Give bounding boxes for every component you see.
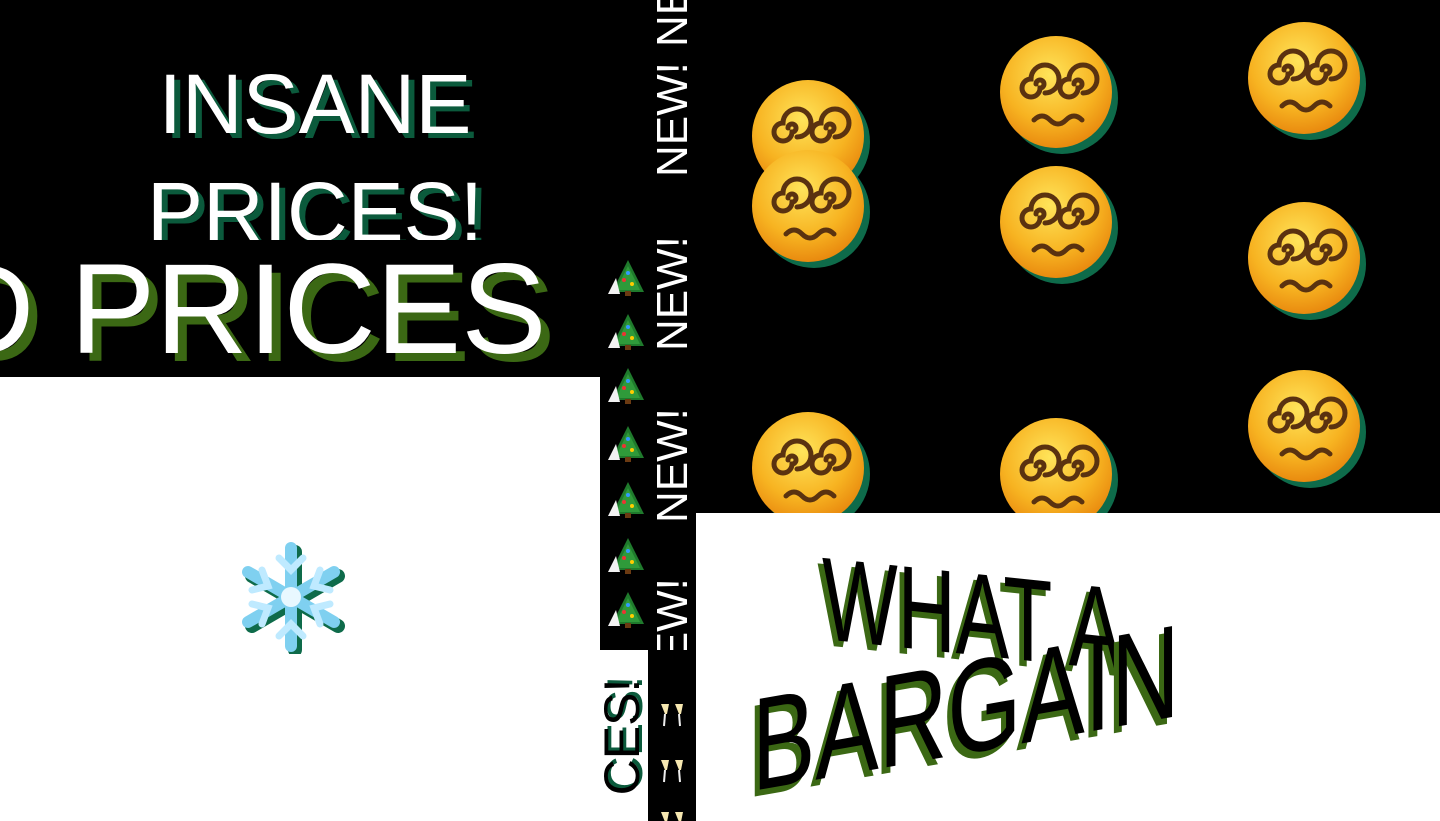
champagne-glasses-icon — [658, 810, 686, 821]
christmas-tree-icon — [606, 258, 646, 296]
christmas-tree-icon — [606, 366, 646, 404]
insane-prices-panel: INSANE PRICES! — [0, 0, 600, 240]
insane-line-2: PRICES! — [146, 165, 484, 240]
dizzy-face-icon — [748, 146, 872, 270]
dizzy-face-icon — [996, 414, 1120, 513]
champagne-glasses-icon — [658, 702, 686, 728]
dizzy-face-icon — [996, 162, 1120, 286]
new-label: NEW! — [648, 578, 696, 650]
dizzy-face-icon — [1244, 198, 1368, 322]
champagne-glasses-icon — [658, 758, 686, 784]
christmas-tree-column — [600, 240, 648, 650]
dizzy-face-icon — [1244, 366, 1368, 490]
christmas-tree-icon — [606, 480, 646, 518]
dizzy-face-icon — [748, 408, 872, 513]
dizzy-face-icon — [1244, 18, 1368, 142]
christmas-tree-icon — [606, 424, 646, 462]
prices-marquee-text: D PRICES — [0, 246, 547, 374]
new-label: NEW! — [648, 62, 696, 177]
ces-text: CES! — [600, 678, 648, 796]
new-vertical-column: NEW! NEW! NEW! NEW! NEW! — [648, 0, 696, 650]
christmas-tree-icon — [606, 590, 646, 628]
christmas-tree-icon — [606, 312, 646, 350]
dizzy-face-icon — [996, 32, 1120, 156]
new-label: NEW! — [648, 408, 696, 523]
new-label: NEW! — [648, 0, 696, 47]
champagne-glasses-column — [648, 650, 696, 821]
christmas-tree-icon — [606, 536, 646, 574]
ces-panel: CES! — [600, 650, 648, 821]
dizzy-faces-panel — [696, 0, 1440, 513]
new-label: NEW! — [648, 236, 696, 351]
insane-line-1: INSANE — [158, 57, 472, 151]
snowflake-icon — [234, 540, 348, 654]
